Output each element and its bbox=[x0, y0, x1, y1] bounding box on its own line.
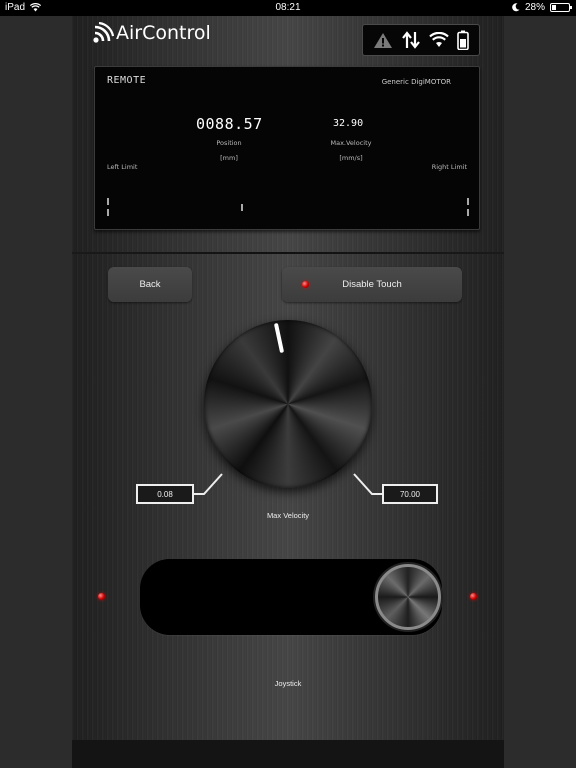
velocity-max-value: 70.00 bbox=[382, 484, 438, 504]
screen: iPad 08:21 28% AirControl REMOTE Generic… bbox=[0, 0, 576, 768]
status-time: 08:21 bbox=[275, 2, 301, 13]
left-limit-led bbox=[98, 593, 105, 600]
joystick-caption: Joystick bbox=[274, 679, 302, 688]
right-limit-led bbox=[470, 593, 477, 600]
status-bar: iPad 08:21 28% bbox=[0, 0, 576, 16]
velocity-min-value: 0.08 bbox=[136, 484, 194, 504]
battery-icon bbox=[550, 3, 572, 12]
moon-icon bbox=[512, 3, 520, 12]
battery-percent: 28% bbox=[524, 2, 545, 13]
max-velocity-caption: Max Velocity bbox=[266, 511, 310, 520]
joystick-handle[interactable] bbox=[375, 564, 441, 630]
main-panel: AirControl REMOTE Generic DigiMOTOR 0088… bbox=[72, 16, 504, 740]
footer-bar bbox=[72, 740, 504, 768]
